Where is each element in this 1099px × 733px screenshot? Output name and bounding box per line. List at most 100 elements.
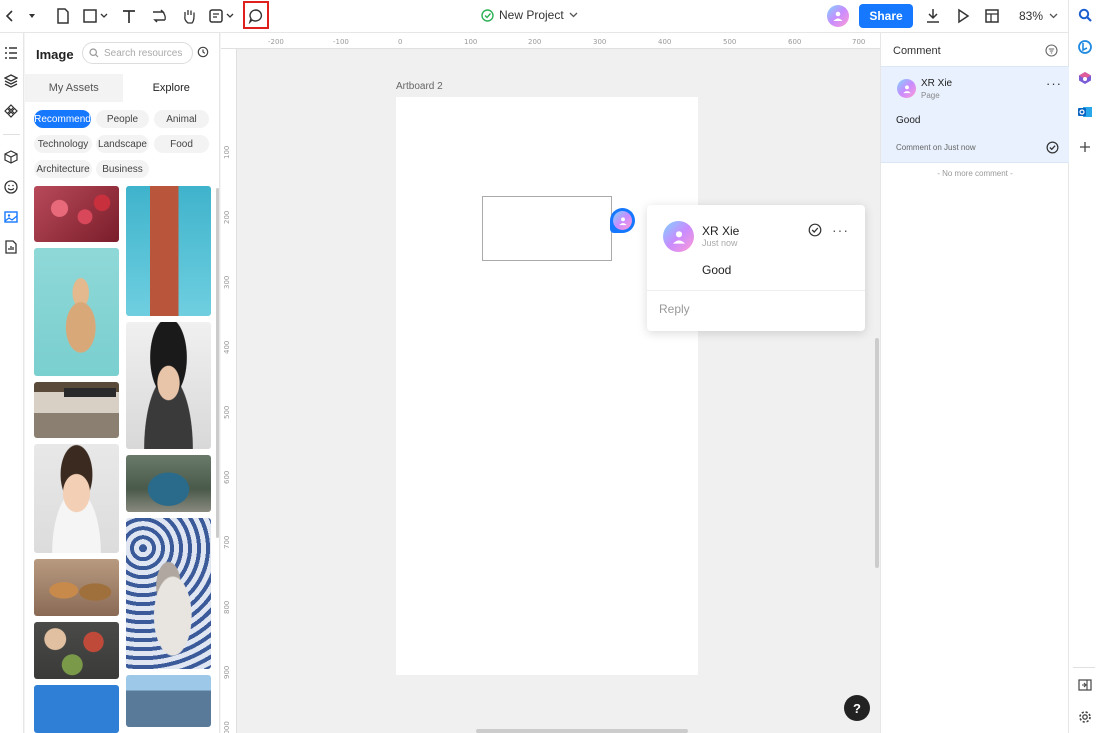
no-more-comment: - No more comment - <box>937 169 1013 178</box>
outlook-icon[interactable] <box>1078 105 1092 119</box>
saved-check-icon <box>481 8 494 22</box>
comment-tool-highlight <box>243 1 269 29</box>
back-icon[interactable] <box>3 5 17 27</box>
image-panel: Image Search resources My Assets Explore… <box>25 33 220 733</box>
page-icon[interactable] <box>54 5 72 27</box>
search-placeholder: Search resources <box>104 47 183 59</box>
comment-timestamp: Comment on Just now <box>896 143 976 152</box>
ruler-tick-label: 100 <box>223 145 231 159</box>
ruler-tick-label: 0 <box>398 38 403 46</box>
chip-business[interactable]: Business <box>96 160 149 178</box>
comment-list-item[interactable]: XR Xie Page ··· Good Comment on Just now <box>881 66 1069 163</box>
image-blue[interactable] <box>34 685 119 733</box>
avatar <box>663 221 694 252</box>
more-options-icon[interactable]: ··· <box>1046 76 1062 91</box>
left-tool-rail <box>0 33 24 733</box>
ruler-tick-label: 700 <box>223 535 231 549</box>
image-bank-building[interactable] <box>34 382 119 438</box>
ruler-tick-label: 900 <box>223 665 231 679</box>
image-food-table[interactable] <box>34 622 119 679</box>
avatar <box>613 211 632 230</box>
comment-panel: Comment XR Xie Page ··· Good Comment on … <box>880 33 1069 733</box>
reply-input[interactable]: Reply <box>659 302 690 316</box>
panel-scrollbar[interactable] <box>216 188 219 538</box>
comment-location: Page <box>921 91 940 100</box>
canvas-vertical-scrollbar[interactable] <box>875 338 879 568</box>
filter-icon[interactable] <box>1045 44 1058 57</box>
chip-technology[interactable]: Technology <box>34 135 92 153</box>
image-car[interactable] <box>126 455 211 512</box>
search-icon <box>89 48 99 58</box>
download-icon[interactable] <box>925 5 941 27</box>
comment-pin[interactable] <box>610 208 635 233</box>
add-icon[interactable] <box>1078 140 1092 154</box>
image-man-with-hat[interactable] <box>126 322 211 449</box>
project-name: New Project <box>499 8 564 22</box>
design-canvas[interactable]: -200 -100 0 100 200 300 400 500 600 700 … <box>221 33 880 733</box>
image-roses[interactable] <box>34 186 119 242</box>
back-dropdown-icon[interactable] <box>24 5 40 27</box>
ruler-tick-label: 500 <box>723 38 737 46</box>
image-smiling-woman[interactable] <box>34 444 119 553</box>
hand-tool-icon[interactable] <box>180 5 198 27</box>
chip-landscape[interactable]: Landscape <box>96 135 149 153</box>
sidebar-toggle-icon[interactable] <box>1078 678 1092 692</box>
outline-list-icon[interactable] <box>3 45 19 61</box>
bing-icon[interactable] <box>1078 40 1092 54</box>
canvas-horizontal-scrollbar[interactable] <box>476 729 688 733</box>
3d-box-icon[interactable] <box>3 149 19 165</box>
panel-title: Image <box>36 47 74 62</box>
artboard[interactable] <box>396 97 698 675</box>
image-dogs[interactable] <box>34 559 119 616</box>
text-tool-icon[interactable] <box>120 5 138 27</box>
tab-explore[interactable]: Explore <box>122 74 219 102</box>
ruler-tick-label: 400 <box>658 38 672 46</box>
image-city-skyline[interactable] <box>126 675 211 727</box>
connector-tool-icon[interactable] <box>150 5 168 27</box>
rail-divider <box>3 134 20 135</box>
office-icon[interactable] <box>1078 71 1092 85</box>
more-options-icon[interactable]: ··· <box>832 222 849 238</box>
ruler-tick-label: 200 <box>223 210 231 224</box>
chip-animal[interactable]: Animal <box>154 110 209 128</box>
project-title[interactable]: New Project <box>481 8 578 22</box>
ruler-tick-label: -100 <box>333 38 349 46</box>
chip-people[interactable]: People <box>96 110 149 128</box>
history-icon[interactable] <box>197 46 209 58</box>
components-icon[interactable] <box>3 103 19 119</box>
image-cat-on-porcelain[interactable] <box>126 518 211 669</box>
resolve-check-icon[interactable] <box>1046 141 1059 154</box>
image-icon[interactable] <box>3 209 19 225</box>
user-avatar[interactable] <box>827 5 849 27</box>
resolve-check-icon[interactable] <box>808 223 822 237</box>
chevron-down-icon <box>569 12 578 18</box>
artboard-label[interactable]: Artboard 2 <box>396 81 443 92</box>
tab-my-assets[interactable]: My Assets <box>25 74 123 102</box>
chevron-down-icon <box>1049 13 1058 19</box>
rectangle-shape[interactable] <box>482 196 612 261</box>
ruler-tick-label: 500 <box>223 405 231 419</box>
share-button[interactable]: Share <box>859 4 913 28</box>
settings-gear-icon[interactable] <box>1078 710 1092 724</box>
image-kitten[interactable] <box>34 248 119 376</box>
ruler-tick-label: 800 <box>223 600 231 614</box>
ruler-tick-label: 600 <box>788 38 802 46</box>
emoji-icon[interactable] <box>3 179 19 195</box>
comment-popover: XR Xie Just now ··· Good Reply <box>647 205 865 331</box>
shape-tool-icon[interactable] <box>82 5 110 27</box>
help-button[interactable]: ? <box>844 695 870 721</box>
chip-food[interactable]: Food <box>154 135 209 153</box>
layout-panel-icon[interactable] <box>984 5 1000 27</box>
chip-architecture[interactable]: Architecture <box>34 160 92 178</box>
image-skyscraper[interactable] <box>126 186 211 316</box>
play-icon[interactable] <box>955 5 971 27</box>
search-icon[interactable] <box>1078 8 1092 22</box>
chip-recommend[interactable]: Recommend <box>34 110 91 128</box>
comment-body: Good <box>702 263 732 277</box>
note-tool-icon[interactable] <box>208 5 236 27</box>
layers-icon[interactable] <box>3 73 19 89</box>
strip-divider <box>1073 667 1095 668</box>
zoom-select[interactable]: 83% <box>1019 9 1058 23</box>
document-chart-icon[interactable] <box>3 239 19 255</box>
search-input[interactable]: Search resources <box>82 42 193 64</box>
